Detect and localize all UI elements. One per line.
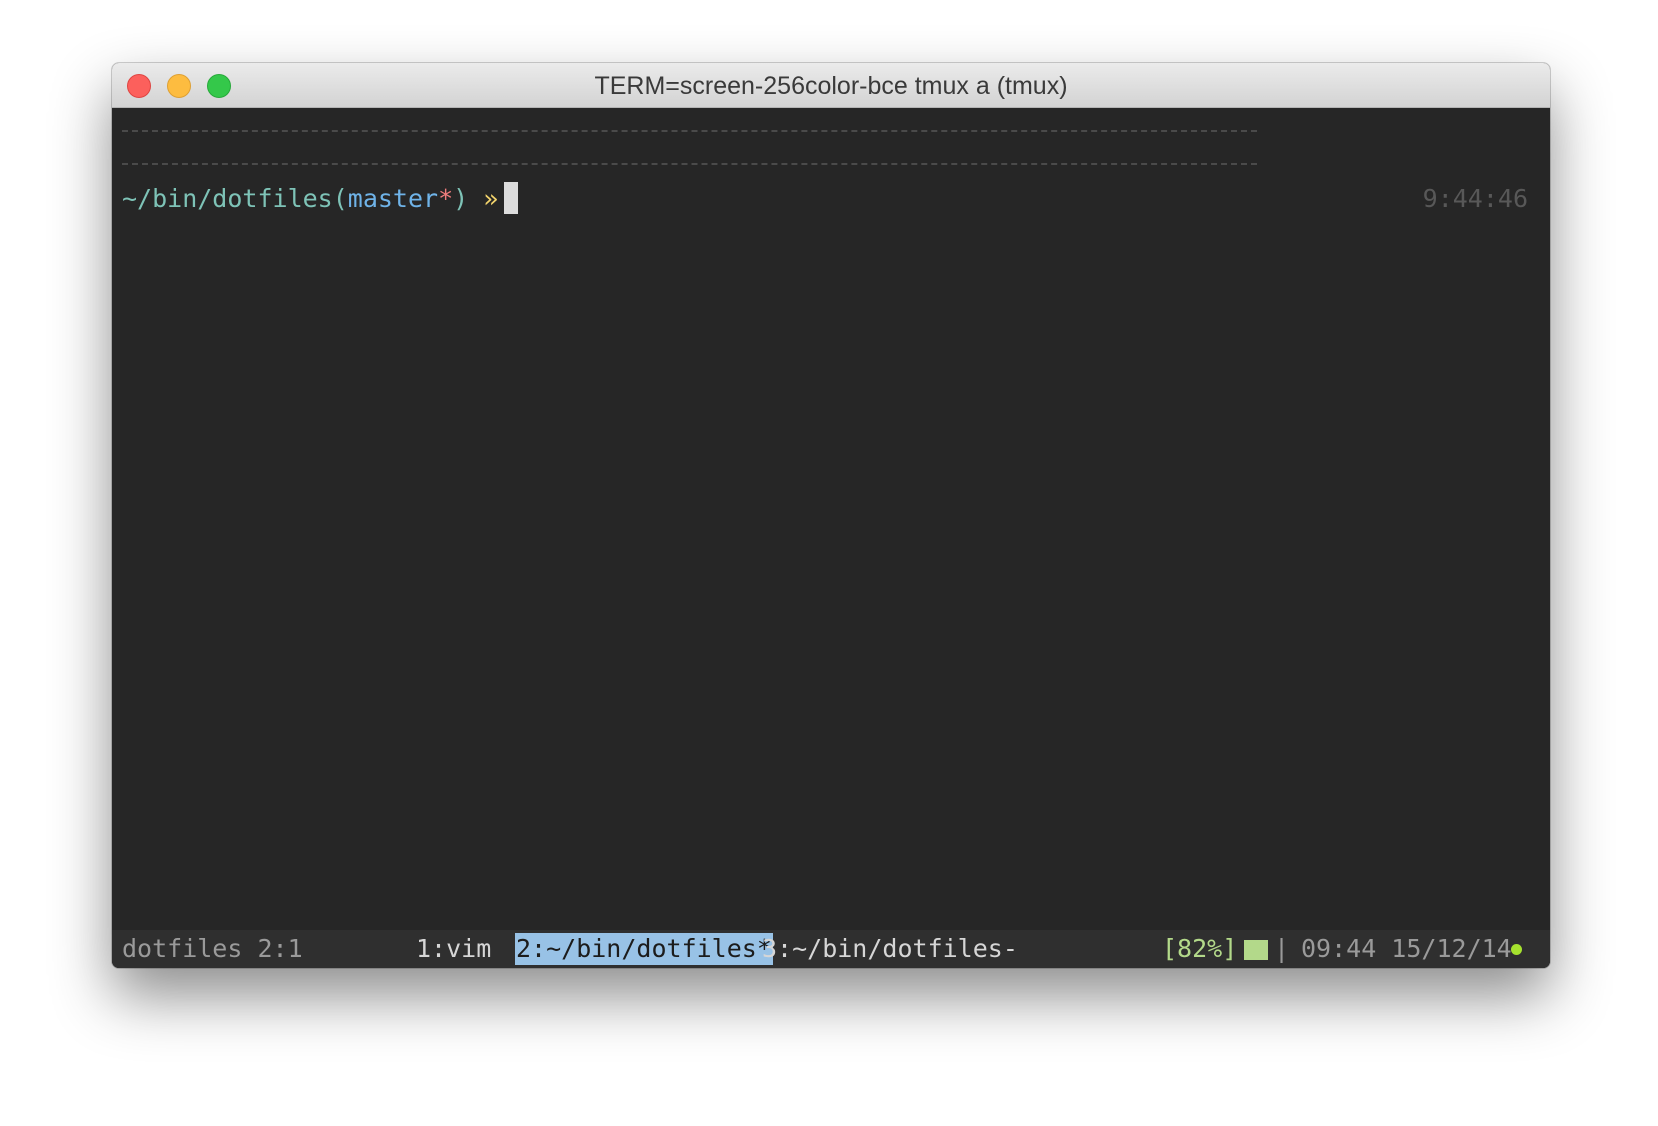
status-clock: 09:44 15/12/14 — [1301, 934, 1512, 963]
prompt-arrow: » — [468, 184, 499, 213]
tmux-window-1[interactable]: 1:vim — [416, 930, 491, 968]
shell-prompt: ~/bin/dotfiles(master*) » — [122, 182, 519, 216]
pane-divider-top — [122, 130, 1257, 132]
prompt-path: ~/bin/dotfiles — [122, 184, 333, 213]
tmux-status-bar: dotfiles 2:1 1:vim 2:~/bin/dotfiles* 3:~… — [112, 930, 1550, 968]
status-indicator-dot — [1511, 944, 1522, 955]
prompt-branch-close: ) — [453, 184, 469, 213]
title-bar[interactable]: TERM=screen-256color-bce tmux a (tmux) — [112, 63, 1550, 108]
prompt-dirty-marker: * — [438, 184, 454, 213]
text-cursor[interactable] — [504, 182, 519, 214]
window-title: TERM=screen-256color-bce tmux a (tmux) — [594, 72, 1068, 100]
status-session: dotfiles 2:1 — [122, 934, 303, 963]
pane-divider-bottom — [122, 163, 1257, 165]
prompt-branch: master — [347, 184, 439, 213]
battery-icon — [1244, 940, 1268, 960]
prompt-time: 9:44:46 — [1422, 184, 1528, 213]
terminal-pane[interactable]: ~/bin/dotfiles(master*) » 9:44:46 dotfil… — [112, 108, 1550, 968]
tmux-window-3[interactable]: 3:~/bin/dotfiles- — [762, 930, 1018, 968]
battery-percentage: [82%] — [1162, 934, 1238, 963]
terminal-window: TERM=screen-256color-bce tmux a (tmux) ~… — [112, 63, 1550, 968]
status-separator: | — [1274, 934, 1290, 963]
tmux-window-2-active[interactable]: 2:~/bin/dotfiles* — [515, 933, 773, 965]
prompt-branch-open: ( — [332, 184, 348, 213]
